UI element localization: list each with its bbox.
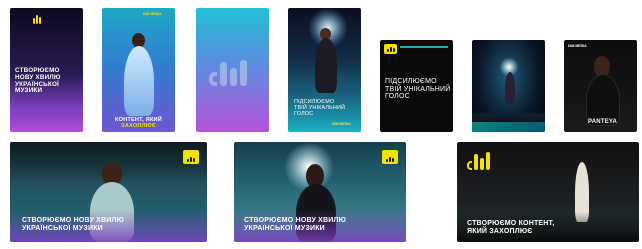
promo-tile-7: DIM MEDIA PANTEYA (564, 40, 637, 132)
banner-3: Створюємо контент, який захоплює (457, 142, 639, 242)
large-dim-logo-icon (467, 150, 493, 170)
banner-caption: Створюємо нову хвилю української музики (22, 217, 125, 232)
brand-tag: DIM MEDIA (568, 44, 587, 48)
bottom-accent (472, 122, 545, 132)
banner-caption: Створюємо нову хвилю української музики (244, 217, 347, 232)
promo-tile-2: DIM MEDIA Контент, який захоплює (102, 8, 175, 132)
tile-caption: Контент, який захоплює (114, 117, 163, 130)
promo-tile-1: Створюємо нову хвилю української музики (10, 8, 83, 132)
large-dim-logo-icon (209, 58, 257, 86)
banner-2: Створюємо нову хвилю української музики (234, 142, 406, 242)
dim-logo-icon (30, 15, 44, 26)
promo-tile-6 (472, 40, 545, 132)
dim-logo-icon (384, 44, 397, 54)
dim-logo-icon (183, 150, 199, 164)
tile-caption: Підсилюємо твій унікальний голос (294, 99, 346, 117)
promo-tile-4: Підсилюємо твій унікальний голос DIM MED… (288, 8, 361, 132)
singer-figure (124, 46, 154, 116)
tile-caption: Створюємо нову хвилю української музики (15, 67, 61, 95)
promo-tile-3 (196, 8, 269, 132)
tile-caption: Підсилюємо твій унікальний голос (385, 78, 451, 101)
promo-tile-5: Підсилюємо твій унікальний голос (380, 40, 453, 132)
singer-figure (315, 38, 337, 93)
banner-caption: Створюємо контент, який захоплює (467, 220, 555, 235)
brand-tag: DIM MEDIA (332, 122, 351, 126)
brand-tag: DIM MEDIA (143, 12, 162, 16)
artist-name: PANTEYA (588, 119, 618, 125)
top-accent-line (400, 46, 448, 48)
dim-logo-icon (382, 150, 398, 164)
banner-1: Створюємо нову хвилю української музики (10, 142, 207, 242)
performer-figure (505, 72, 515, 104)
